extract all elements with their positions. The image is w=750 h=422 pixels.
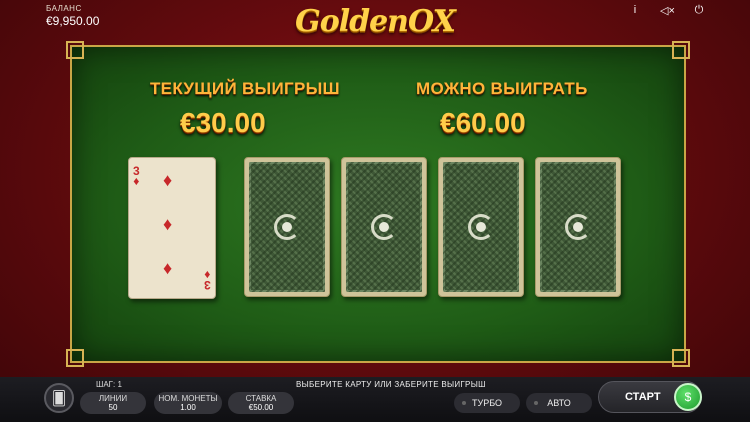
gamble-board: ТЕКУЩИЙ ВЫИГРЫШ €30.00 МОЖНО ВЫИГРАТЬ €6… [66, 41, 690, 367]
current-win-value: €30.00 [180, 107, 266, 138]
pick-card-3[interactable] [438, 157, 524, 297]
corner-ornament [672, 41, 690, 59]
possible-win-label: МОЖНО ВЫИГРАТЬ [416, 79, 588, 98]
dealer-card: 3 ♦ ♦ ♦ ♦ 3 ♦ [128, 157, 216, 299]
collect-money-icon[interactable]: $ [674, 383, 702, 411]
info-icon[interactable]: i [628, 4, 642, 17]
cards-icon: 🂠 [51, 389, 67, 406]
top-icons: i ◁× ⏻ [628, 4, 706, 17]
diamond-pip: ♦ [163, 258, 173, 278]
turbo-button[interactable]: ТУРБО [454, 393, 520, 413]
bet-label: СТАВКА [245, 394, 277, 403]
possible-win-value: €60.00 [440, 107, 526, 138]
card-emblem-icon [371, 214, 397, 240]
pick-card-1[interactable] [244, 157, 330, 297]
current-win-label: ТЕКУЩИЙ ВЫИГРЫШ [150, 79, 340, 98]
card-emblem-icon [468, 214, 494, 240]
diamond-pip: ♦ [163, 170, 173, 190]
instruction-text: ВЫБЕРИТЕ КАРТУ ИЛИ ЗАБЕРИТЕ ВЫИГРЫШ [296, 380, 486, 389]
diamond-pip: ♦ [163, 214, 173, 234]
corner-ornament [672, 349, 690, 367]
card-emblem-icon [274, 214, 300, 240]
coin-value: 1.00 [180, 403, 196, 412]
card-emblem-icon [565, 214, 591, 240]
lines-selector[interactable]: ЛИНИИ 50 [80, 392, 146, 414]
coin-label: НОМ. МОНЕТЫ [158, 394, 218, 403]
auto-button[interactable]: АВТО [526, 393, 592, 413]
mute-icon[interactable]: ◁× [660, 4, 675, 17]
card-rank-top: 3 ♦ [133, 164, 140, 188]
corner-ornament [66, 41, 84, 59]
power-icon[interactable]: ⏻ [692, 4, 706, 17]
card-rank-bottom: 3 ♦ [204, 268, 211, 292]
paytable-button[interactable]: 🂠 [44, 383, 74, 413]
coin-value-selector[interactable]: НОМ. МОНЕТЫ 1.00 [154, 392, 222, 414]
corner-ornament [66, 349, 84, 367]
balance-display: БАЛАНС €9,950.00 [46, 4, 99, 28]
step-counter: ШАГ: 1 [96, 380, 122, 389]
lines-value: 50 [108, 403, 118, 412]
bet-value: €50.00 [248, 403, 274, 412]
balance-label: БАЛАНС [46, 4, 82, 13]
lines-label: ЛИНИИ [98, 394, 128, 403]
pick-card-4[interactable] [535, 157, 621, 297]
game-logo: GoldenOX [295, 4, 456, 39]
balance-value: €9,950.00 [46, 14, 100, 28]
pick-card-2[interactable] [341, 157, 427, 297]
bet-selector[interactable]: СТАВКА €50.00 [228, 392, 294, 414]
